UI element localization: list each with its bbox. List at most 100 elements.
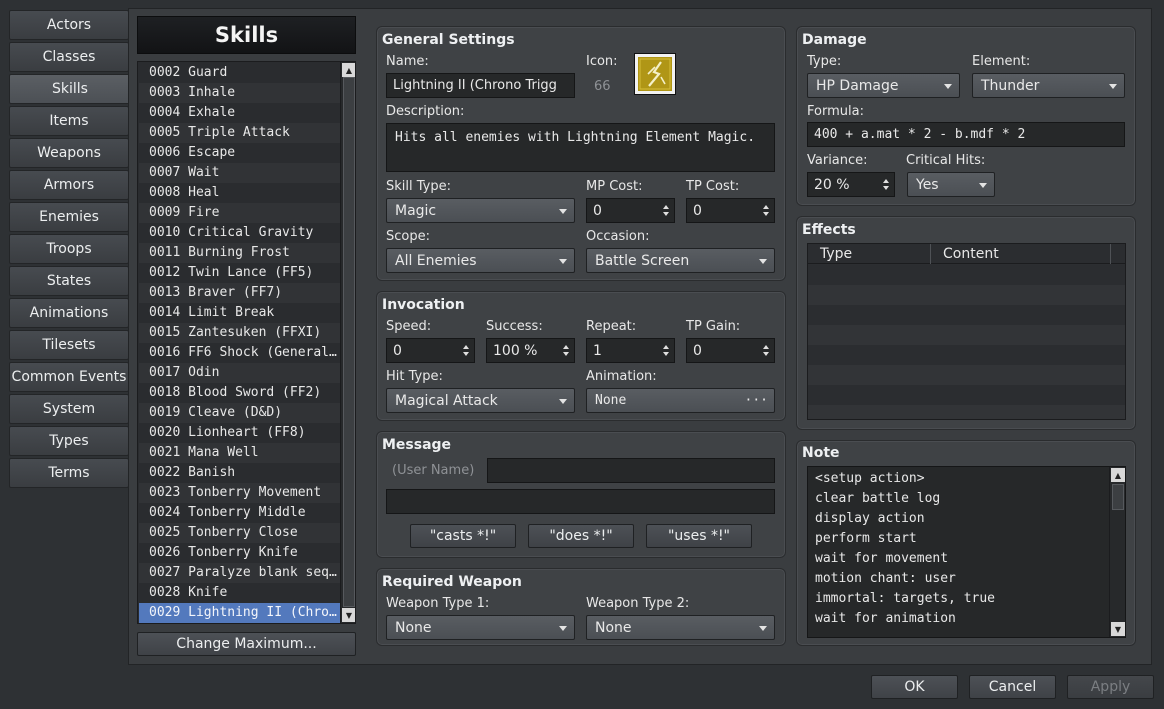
effects-col-content[interactable]: Content — [931, 244, 1111, 264]
effects-table-row[interactable] — [808, 405, 1125, 419]
hit-type-select[interactable]: Magical Attack — [386, 388, 575, 413]
spin-down-icon[interactable] — [763, 352, 769, 356]
skill-list-item[interactable]: 0020 Lionheart (FF8) — [139, 423, 340, 443]
skill-icon-picker[interactable] — [634, 53, 676, 95]
element-select[interactable]: Thunder — [972, 73, 1125, 98]
casts-button[interactable]: "casts *!" — [410, 524, 516, 548]
spin-down-icon[interactable] — [883, 186, 889, 190]
spin-up-icon[interactable] — [763, 205, 769, 209]
effects-table-row[interactable] — [808, 385, 1125, 405]
skill-list-item[interactable]: 0019 Cleave (D&D) — [139, 403, 340, 423]
weapon-type2-select[interactable]: None — [586, 615, 775, 640]
tab-items[interactable]: Items — [9, 106, 129, 136]
note-textarea[interactable]: ▲ ▼ <setup action> clear battle log displa… — [807, 466, 1126, 638]
spin-down-icon[interactable] — [763, 212, 769, 216]
tab-terms[interactable]: Terms — [9, 458, 129, 488]
skill-list-item[interactable]: 0027 Paralyze blank seque… — [139, 563, 340, 583]
skill-list-item[interactable]: 0022 Banish — [139, 463, 340, 483]
effects-table-row[interactable] — [808, 345, 1125, 365]
name-input[interactable]: Lightning II (Chrono Trigg — [386, 73, 575, 98]
skill-list-item[interactable]: 0010 Critical Gravity — [139, 223, 340, 243]
effects-table-row[interactable] — [808, 305, 1125, 325]
repeat-spinner[interactable]: 1 — [586, 338, 675, 363]
message-line1-input[interactable] — [487, 458, 775, 483]
uses-button[interactable]: "uses *!" — [646, 524, 752, 548]
skill-list-item[interactable]: 0006 Escape — [139, 143, 340, 163]
tp-cost-spinner[interactable]: 0 — [686, 198, 775, 223]
tab-tilesets[interactable]: Tilesets — [9, 330, 129, 360]
skill-list-item[interactable]: 0021 Mana Well — [139, 443, 340, 463]
spin-up-icon[interactable] — [663, 205, 669, 209]
spin-down-icon[interactable] — [463, 352, 469, 356]
skills-list-scrollbar[interactable]: ▲ ▼ — [340, 62, 355, 623]
skill-list-item[interactable]: 0012 Twin Lance (FF5) — [139, 263, 340, 283]
success-spinner[interactable]: 100 % — [486, 338, 575, 363]
spin-up-icon[interactable] — [463, 345, 469, 349]
note-scrollbar[interactable]: ▲ ▼ — [1109, 467, 1125, 637]
skill-list-item[interactable]: 0009 Fire — [139, 203, 340, 223]
change-maximum-button[interactable]: Change Maximum... — [137, 632, 356, 656]
tab-types[interactable]: Types — [9, 426, 129, 456]
skill-list-item[interactable]: 0011 Burning Frost — [139, 243, 340, 263]
scroll-up-icon[interactable]: ▲ — [1111, 468, 1125, 482]
scope-select[interactable]: All Enemies — [386, 248, 575, 273]
tab-armors[interactable]: Armors — [9, 170, 129, 200]
tab-common-events[interactable]: Common Events — [9, 362, 129, 392]
effects-table-row[interactable] — [808, 265, 1125, 285]
skill-list-item[interactable]: 0017 Odin — [139, 363, 340, 383]
tab-troops[interactable]: Troops — [9, 234, 129, 264]
spin-down-icon[interactable] — [663, 212, 669, 216]
scroll-down-icon[interactable]: ▼ — [342, 608, 355, 622]
skill-list-item[interactable]: 0005 Triple Attack — [139, 123, 340, 143]
skills-list[interactable]: ▲ ▼ 0002 Guard 0003 Inhale 0004 Exhale 0005… — [137, 61, 356, 624]
tab-actors[interactable]: Actors — [9, 10, 129, 40]
skill-list-item[interactable]: 0025 Tonberry Close — [139, 523, 340, 543]
skill-list-item[interactable]: 0003 Inhale — [139, 83, 340, 103]
ok-button[interactable]: OK — [871, 675, 958, 699]
note-scroll-thumb[interactable] — [1112, 484, 1124, 510]
tab-animations[interactable]: Animations — [9, 298, 129, 328]
tab-system[interactable]: System — [9, 394, 129, 424]
effects-table-row[interactable] — [808, 285, 1125, 305]
animation-picker[interactable]: None ··· — [586, 388, 775, 413]
scroll-up-icon[interactable]: ▲ — [342, 63, 355, 77]
spin-down-icon[interactable] — [663, 352, 669, 356]
description-input[interactable]: Hits all enemies with Lightning Element … — [386, 123, 775, 172]
skill-type-select[interactable]: Magic — [386, 198, 575, 223]
skill-list-item[interactable]: 0018 Blood Sword (FF2) — [139, 383, 340, 403]
effects-col-type[interactable]: Type — [808, 244, 931, 264]
spin-up-icon[interactable] — [663, 345, 669, 349]
effects-table-row[interactable] — [808, 325, 1125, 345]
damage-type-select[interactable]: HP Damage — [807, 73, 960, 98]
skill-list-item[interactable]: 0016 FF6 Shock (General L… — [139, 343, 340, 363]
skill-list-item[interactable]: 0004 Exhale — [139, 103, 340, 123]
spin-up-icon[interactable] — [883, 179, 889, 183]
weapon-type1-select[interactable]: None — [386, 615, 575, 640]
skill-list-item[interactable]: 0008 Heal — [139, 183, 340, 203]
skill-list-item[interactable]: 0024 Tonberry Middle — [139, 503, 340, 523]
skill-list-item[interactable]: 0013 Braver (FF7) — [139, 283, 340, 303]
spin-up-icon[interactable] — [563, 345, 569, 349]
spin-up-icon[interactable] — [763, 345, 769, 349]
occasion-select[interactable]: Battle Screen — [586, 248, 775, 273]
formula-input[interactable]: 400 + a.mat * 2 - b.mdf * 2 — [807, 122, 1125, 147]
effects-table[interactable]: Type Content — [807, 243, 1126, 420]
tp-gain-spinner[interactable]: 0 — [686, 338, 775, 363]
tab-weapons[interactable]: Weapons — [9, 138, 129, 168]
scroll-thumb[interactable] — [343, 77, 355, 607]
mp-cost-spinner[interactable]: 0 — [586, 198, 675, 223]
skill-list-item[interactable]: 0014 Limit Break — [139, 303, 340, 323]
tab-classes[interactable]: Classes — [9, 42, 129, 72]
tab-skills[interactable]: Skills — [9, 74, 131, 104]
skill-list-item[interactable]: 0029 Lightning II (Chrono… — [139, 603, 340, 623]
skill-list-item[interactable]: 0026 Tonberry Knife — [139, 543, 340, 563]
skill-list-item[interactable]: 0023 Tonberry Movement — [139, 483, 340, 503]
skill-list-item[interactable]: 0015 Zantesuken (FFXI) — [139, 323, 340, 343]
spin-down-icon[interactable] — [563, 352, 569, 356]
skill-list-item[interactable]: 0028 Knife — [139, 583, 340, 603]
speed-spinner[interactable]: 0 — [386, 338, 475, 363]
skill-list-item[interactable]: 0002 Guard — [139, 63, 340, 83]
more-icon[interactable]: ··· — [745, 393, 768, 408]
scroll-down-icon[interactable]: ▼ — [1111, 622, 1125, 636]
tab-enemies[interactable]: Enemies — [9, 202, 129, 232]
